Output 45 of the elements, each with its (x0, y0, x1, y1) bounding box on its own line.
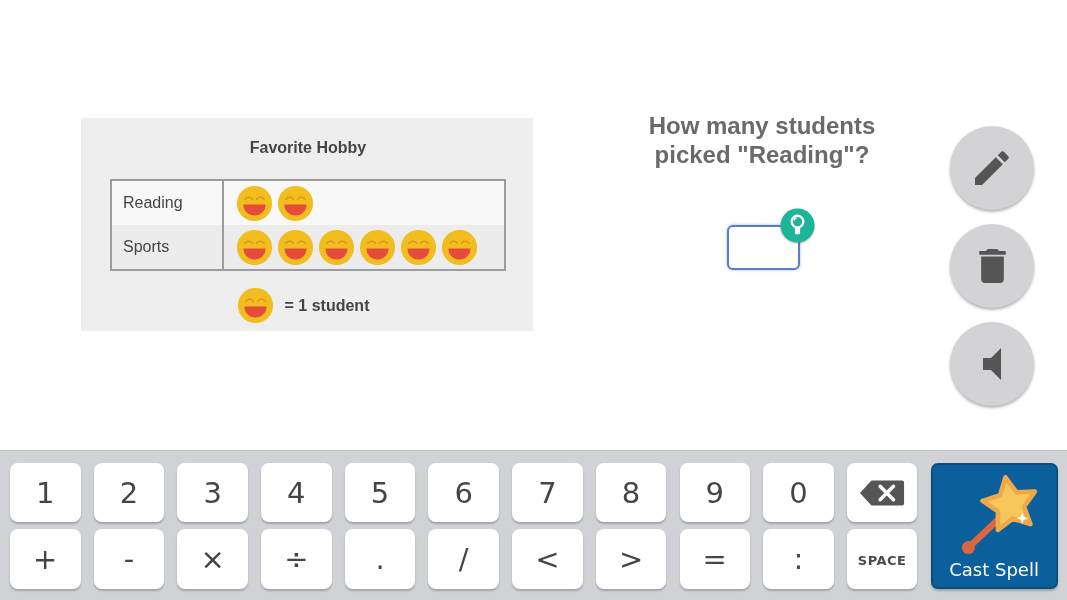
key[interactable]: + (10, 529, 81, 589)
speaker-icon (983, 348, 1001, 380)
legend-text: = 1 student (284, 296, 370, 315)
key[interactable]: × (177, 529, 248, 589)
key[interactable]: 8 (595, 463, 667, 522)
smiley-icon (277, 184, 314, 222)
cast-spell-button[interactable]: Cast Spell (930, 463, 1058, 589)
backspace-icon (859, 478, 906, 507)
key[interactable]: ÷ (261, 529, 332, 589)
key[interactable]: . (344, 529, 416, 589)
key[interactable]: : (763, 529, 834, 589)
chart-title: Favorite Hobby (248, 138, 368, 158)
key[interactable]: / (428, 529, 499, 589)
table-cell: Sports (112, 225, 224, 269)
key[interactable]: 1 (10, 463, 81, 522)
smiley-icon (441, 228, 478, 266)
smiley-icon (236, 228, 273, 266)
smiley-icon (400, 228, 437, 266)
question-text: How many students picked "Reading"? (647, 111, 877, 169)
key[interactable]: 4 (261, 463, 332, 522)
key[interactable]: 6 (428, 463, 499, 522)
key[interactable]: = (679, 529, 750, 589)
key[interactable]: 2 (93, 463, 165, 522)
trash-button[interactable] (950, 224, 1034, 308)
smiley-icon (277, 228, 314, 266)
lightbulb-icon[interactable] (779, 208, 815, 243)
key[interactable]: - (93, 529, 165, 589)
key[interactable]: < (512, 529, 583, 589)
key[interactable]: 0 (763, 463, 834, 522)
smiley-icon (359, 228, 396, 266)
answer-field[interactable] (726, 225, 800, 270)
speaker-button[interactable] (950, 322, 1034, 406)
key[interactable]: 7 (512, 463, 583, 522)
space-key[interactable]: SPACE (846, 529, 918, 589)
trash-icon (978, 249, 1006, 283)
key[interactable]: > (595, 529, 667, 589)
pencil-button[interactable] (950, 126, 1034, 210)
key[interactable]: 3 (177, 463, 248, 522)
smiley-icon (236, 287, 274, 324)
key[interactable]: 9 (679, 463, 750, 522)
smiley-icon (318, 228, 355, 266)
key[interactable]: 5 (344, 463, 416, 522)
smiley-icon (236, 184, 273, 222)
pencil-icon (975, 151, 1009, 185)
backspace-key[interactable] (846, 463, 918, 522)
